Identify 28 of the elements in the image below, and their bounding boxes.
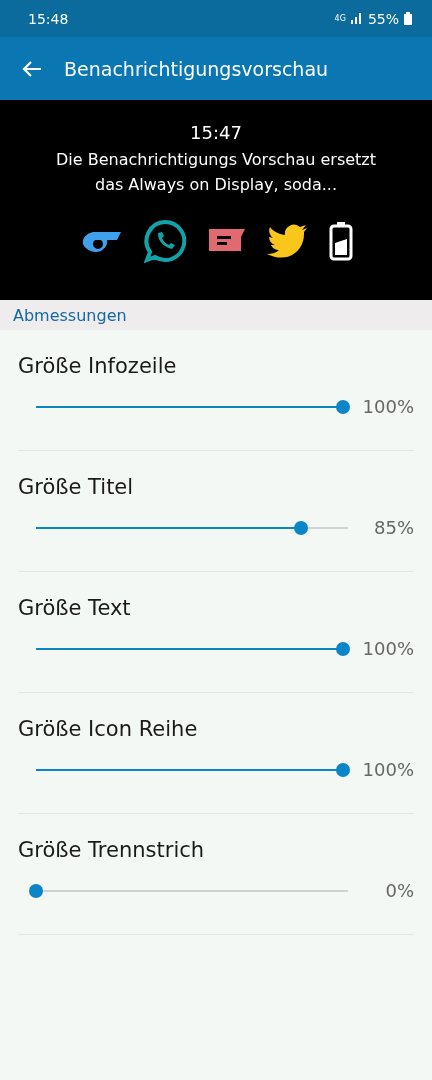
section-title: Abmessungen — [13, 305, 127, 325]
slider-thumb[interactable] — [294, 520, 309, 535]
setting-label: Größe Text — [18, 596, 132, 620]
battery-percent: 55% — [367, 10, 399, 27]
chat-bubble-icon — [143, 219, 187, 263]
slider-thumb[interactable] — [29, 883, 43, 898]
slider-thumb[interactable] — [335, 762, 350, 777]
back-icon[interactable] — [22, 59, 42, 78]
slider-value: 0% — [384, 880, 414, 901]
slider-value: 100% — [362, 638, 414, 659]
preview-text: Die Benachrichtigungs Vorschau ersetzt das Always on Display, soda... — [55, 149, 377, 196]
slider-value: 85% — [373, 517, 414, 538]
preview-time: 15:47 — [190, 122, 242, 143]
bird-icon — [267, 222, 309, 260]
setting-label: Größe Infozeile — [18, 354, 178, 378]
battery-icon — [329, 221, 353, 261]
setting-label: Größe Trennstrich — [18, 838, 206, 862]
screen-title: Benachrichtigungsvorschau — [64, 57, 329, 80]
slider-value: 100% — [362, 759, 414, 780]
clock: 15:48 — [28, 10, 69, 27]
signal-icon — [350, 13, 363, 24]
network-type: 4G — [334, 14, 346, 23]
setting-label: Größe Titel — [18, 475, 135, 499]
slider-value: 100% — [362, 396, 414, 417]
slider-thumb[interactable] — [335, 399, 350, 414]
setting-label: Größe Icon Reihe — [18, 717, 199, 741]
battery-icon — [404, 12, 412, 25]
slider-thumb[interactable] — [335, 641, 350, 656]
